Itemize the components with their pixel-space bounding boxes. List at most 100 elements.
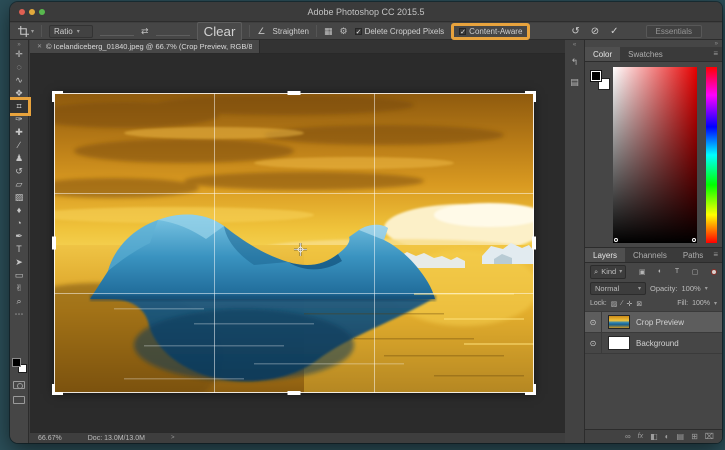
lock-all-icon[interactable]: ⊠ bbox=[636, 300, 642, 308]
canvas[interactable] bbox=[30, 54, 565, 432]
tool-zoom[interactable]: ⌕ bbox=[10, 295, 28, 308]
clear-button[interactable]: Clear bbox=[197, 22, 243, 41]
tool-move[interactable]: ✛ bbox=[10, 48, 28, 61]
layer-row-background[interactable]: ⊙Background bbox=[585, 333, 722, 354]
layer-thumbnail[interactable] bbox=[608, 315, 630, 329]
tool-brush[interactable]: ∕ bbox=[10, 139, 28, 152]
link-layers-icon[interactable]: ∞ bbox=[625, 432, 631, 441]
filter-adjustment-icon[interactable]: ◐ bbox=[658, 268, 662, 276]
tab-layers[interactable]: Layers bbox=[585, 248, 625, 262]
crop-width-input[interactable] bbox=[100, 26, 134, 36]
zoom-level-field[interactable]: 66.67% bbox=[38, 435, 62, 442]
foreground-background-swatches[interactable] bbox=[590, 70, 610, 90]
tool-rectangle[interactable]: ▭ bbox=[10, 269, 28, 282]
tool-eyedropper[interactable]: ✑ bbox=[10, 113, 28, 126]
tool-pen[interactable]: ✒ bbox=[10, 230, 28, 243]
tool-dodge[interactable]: ◔ bbox=[10, 217, 28, 230]
status-chevron-icon[interactable]: > bbox=[171, 435, 175, 441]
crop-settings-gear-icon[interactable]: ⚙ bbox=[339, 26, 347, 37]
titlebar[interactable]: Adobe Photoshop CC 2015.5 bbox=[10, 2, 722, 22]
new-group-icon[interactable]: ▤ bbox=[677, 432, 685, 441]
layer-row-crop-preview[interactable]: ⊙Crop Preview bbox=[585, 312, 722, 333]
filter-type-icon[interactable]: T bbox=[675, 268, 679, 276]
tool-gradient[interactable]: ▨ bbox=[10, 191, 28, 204]
fill-value[interactable]: 100% bbox=[692, 300, 710, 307]
crop-handle-bottom-left[interactable] bbox=[52, 384, 63, 395]
properties-panel-icon[interactable]: ▤ bbox=[565, 77, 584, 88]
lock-transparency-icon[interactable]: ▨ bbox=[611, 300, 618, 308]
tab-swatches[interactable]: Swatches bbox=[620, 47, 671, 61]
tab-channels[interactable]: Channels bbox=[625, 248, 675, 262]
tool-quick-selection[interactable]: ❖ bbox=[10, 87, 28, 100]
document-tab[interactable]: ✕ © Icelandiceberg_01840.jpeg @ 66.7% (C… bbox=[30, 40, 260, 53]
delete-layer-icon[interactable]: ⌧ bbox=[705, 432, 714, 441]
picker-cursor[interactable] bbox=[692, 238, 696, 242]
opacity-value[interactable]: 100% bbox=[682, 284, 701, 293]
commit-crop-icon[interactable]: ✓ bbox=[610, 26, 618, 37]
crop-handle-top-right[interactable] bbox=[525, 91, 536, 102]
checkbox-icon[interactable]: ✓ bbox=[459, 28, 466, 35]
lock-pixels-icon[interactable]: ∕ bbox=[621, 300, 622, 308]
checkbox-icon[interactable]: ✓ bbox=[355, 28, 362, 35]
delete-cropped-pixels-checkbox[interactable]: ✓ Delete Cropped Pixels bbox=[355, 27, 445, 36]
layer-thumbnail[interactable] bbox=[608, 336, 630, 350]
tool-history-brush[interactable]: ↺ bbox=[10, 165, 28, 178]
tool-hand[interactable]: ✌ bbox=[10, 282, 28, 295]
overlay-options-icon[interactable]: ▦ bbox=[324, 26, 333, 37]
straighten-button[interactable]: Straighten bbox=[273, 27, 309, 36]
panel-menu-icon[interactable]: ≡ bbox=[713, 49, 718, 58]
swap-dimensions-icon[interactable]: ⇄ bbox=[141, 26, 149, 37]
new-layer-icon[interactable]: ⊞ bbox=[691, 432, 698, 441]
ratio-dropdown[interactable]: Ratio ▾ bbox=[49, 25, 93, 38]
workspace-switcher-button[interactable]: Essentials bbox=[646, 25, 702, 38]
reset-crop-icon[interactable]: ↺ bbox=[571, 26, 579, 37]
layer-style-icon[interactable]: fx bbox=[638, 433, 643, 440]
crop-handle-bottom[interactable] bbox=[288, 391, 301, 395]
photo-iceberg[interactable] bbox=[54, 93, 534, 393]
crop-handle-top-left[interactable] bbox=[52, 91, 63, 102]
tool-spot-healing[interactable]: ✚ bbox=[10, 126, 28, 139]
crop-handle-left[interactable] bbox=[52, 237, 56, 250]
filter-pixel-icon[interactable]: ▣ bbox=[639, 268, 646, 276]
lock-position-icon[interactable]: ✛ bbox=[627, 300, 633, 308]
foreground-color-swatch[interactable] bbox=[12, 358, 21, 367]
tool-clone-stamp[interactable]: ♟ bbox=[10, 152, 28, 165]
crop-handle-right[interactable] bbox=[532, 237, 536, 250]
tool-edit-toolbar[interactable]: ⋯ bbox=[10, 308, 28, 321]
tool-marquee[interactable]: ◌ bbox=[10, 61, 28, 74]
eye-icon[interactable]: ⊙ bbox=[585, 312, 602, 332]
quick-mask-button[interactable] bbox=[13, 381, 25, 389]
blend-mode-dropdown[interactable]: Normal ▾ bbox=[590, 282, 646, 295]
history-panel-icon[interactable]: ↰ bbox=[565, 57, 584, 68]
tool-type[interactable]: T bbox=[10, 243, 28, 256]
tool-preset-button[interactable]: ▾ bbox=[18, 26, 34, 37]
crop-handle-top[interactable] bbox=[288, 91, 301, 95]
close-tab-icon[interactable]: ✕ bbox=[37, 43, 42, 50]
tool-blur[interactable]: ♦ bbox=[10, 204, 28, 217]
filter-toggle[interactable] bbox=[711, 269, 717, 275]
picker-cursor[interactable] bbox=[614, 238, 618, 242]
adjustment-layer-icon[interactable]: ◐ bbox=[665, 432, 670, 441]
crop-handle-bottom-right[interactable] bbox=[525, 384, 536, 395]
tool-eraser[interactable]: ▱ bbox=[10, 178, 28, 191]
content-aware-checkbox[interactable]: ✓ Content-Aware bbox=[459, 27, 522, 36]
tool-crop[interactable]: ⌗ bbox=[10, 100, 28, 113]
layer-filter-dropdown[interactable]: ⌕ Kind ▾ bbox=[590, 265, 626, 279]
cancel-crop-icon[interactable]: ⊘ bbox=[591, 26, 599, 37]
hue-slider[interactable] bbox=[706, 67, 717, 243]
add-mask-icon[interactable]: ◧ bbox=[650, 432, 658, 441]
panel-menu-icon[interactable]: ≡ bbox=[713, 250, 718, 259]
screen-mode-button[interactable] bbox=[13, 396, 25, 404]
filter-shape-icon[interactable]: ▢ bbox=[692, 268, 699, 276]
eye-icon[interactable]: ⊙ bbox=[585, 333, 602, 353]
crop-height-input[interactable] bbox=[156, 26, 190, 36]
foreground-background-swatches[interactable] bbox=[12, 358, 27, 373]
expand-toolbar-icon[interactable]: » bbox=[10, 40, 28, 48]
saturation-brightness-picker[interactable] bbox=[613, 67, 697, 243]
tool-path-selection[interactable]: ➤ bbox=[10, 256, 28, 269]
tool-lasso[interactable]: ∿ bbox=[10, 74, 28, 87]
collapse-dock-icon[interactable]: « bbox=[565, 40, 584, 48]
foreground-color-swatch[interactable] bbox=[590, 70, 602, 82]
tab-color[interactable]: Color bbox=[585, 47, 620, 61]
tab-paths[interactable]: Paths bbox=[675, 248, 711, 262]
